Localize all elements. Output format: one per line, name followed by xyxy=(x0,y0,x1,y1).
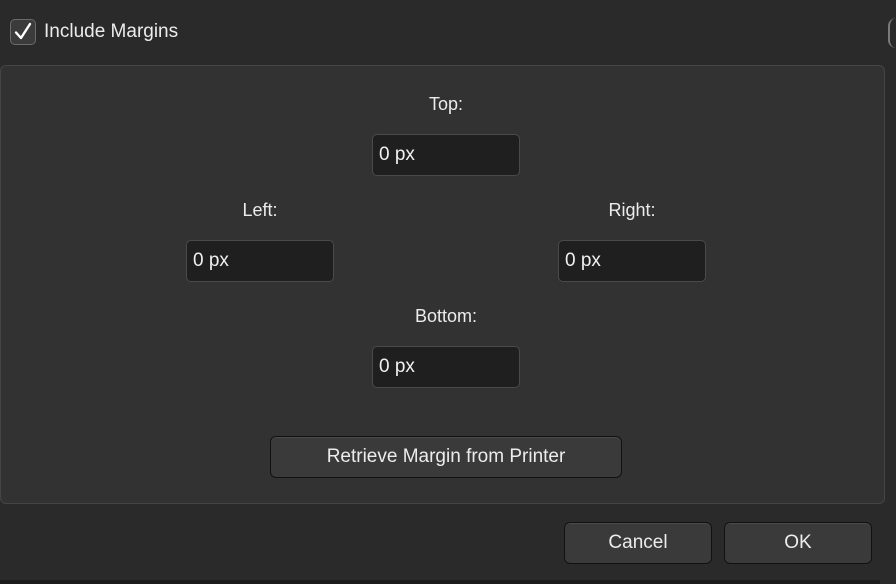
include-margins-checkbox[interactable] xyxy=(10,19,36,45)
left-label: Left: xyxy=(242,200,278,220)
ok-button[interactable]: OK xyxy=(724,522,872,564)
bottom-label: Bottom: xyxy=(414,306,478,326)
dialog-bottom-edge xyxy=(0,580,880,584)
checkmark-icon xyxy=(14,22,32,40)
margins-panel: Top: Left: Right: Bottom: Retrieve Margi… xyxy=(0,65,885,504)
include-margins-row[interactable]: Include Margins xyxy=(10,18,178,46)
left-margin-input[interactable] xyxy=(186,240,334,282)
right-margin-input[interactable] xyxy=(558,240,706,282)
margins-dialog: Include Margins Top: Left: Right: Bottom… xyxy=(0,0,896,584)
bottom-margin-input[interactable] xyxy=(372,346,520,388)
top-label: Top: xyxy=(428,94,464,114)
include-margins-label: Include Margins xyxy=(44,21,179,42)
top-margin-input[interactable] xyxy=(372,134,520,176)
window-edge xyxy=(888,18,896,48)
right-label: Right: xyxy=(608,200,656,220)
retrieve-margin-button[interactable]: Retrieve Margin from Printer xyxy=(270,436,622,478)
cancel-button[interactable]: Cancel xyxy=(564,522,712,564)
